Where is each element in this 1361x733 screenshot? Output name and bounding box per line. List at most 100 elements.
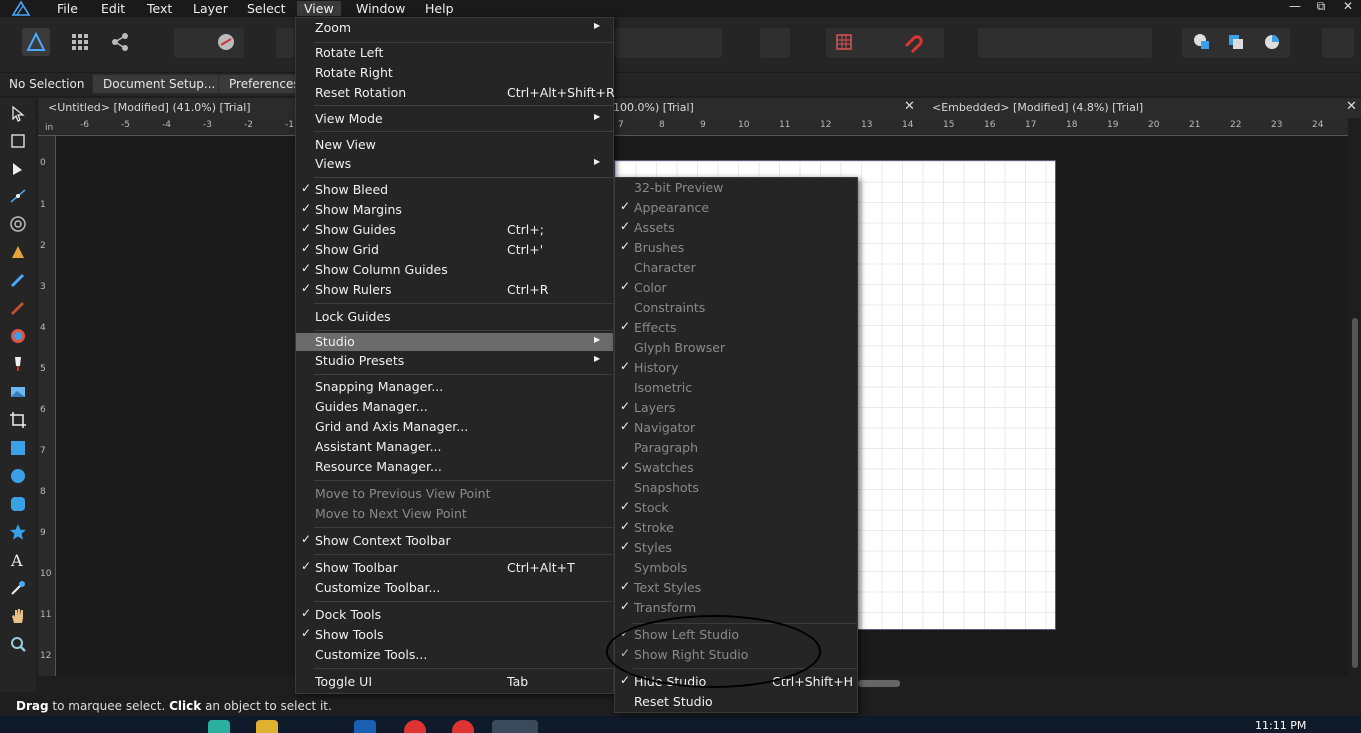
vector-brush-tool-icon[interactable] xyxy=(8,298,28,318)
menu-item-show-column-guides[interactable]: ✓ Show Column Guides xyxy=(296,260,613,280)
menu-item-assets[interactable]: ✓ Assets xyxy=(615,218,857,238)
boolean-add-button[interactable] xyxy=(1188,28,1216,56)
close-tab-icon[interactable]: ✕ xyxy=(904,99,915,114)
horizontal-scroll-thumb[interactable] xyxy=(858,680,900,687)
menu-item-view-mode[interactable]: View Mode ▶ xyxy=(296,109,613,129)
menu-item-show-margins[interactable]: ✓ Show Margins xyxy=(296,200,613,220)
rounded-rectangle-tool-icon[interactable] xyxy=(8,494,28,514)
menu-help[interactable]: Help xyxy=(418,1,461,16)
menu-item-isometric[interactable]: Isometric xyxy=(615,378,857,398)
menu-edit[interactable]: Edit xyxy=(94,1,132,16)
text-tool-icon[interactable]: A xyxy=(8,550,28,570)
menu-item-new-view[interactable]: New View xyxy=(296,135,613,155)
boolean-subtract-button[interactable] xyxy=(1222,28,1250,56)
menu-item-navigator[interactable]: ✓ Navigator xyxy=(615,418,857,438)
menu-item-transform[interactable]: ✓ Transform xyxy=(615,598,857,618)
taskbar-app-icon[interactable] xyxy=(354,720,376,733)
crop-tool-icon[interactable] xyxy=(8,410,28,430)
menu-item-styles[interactable]: ✓ Styles xyxy=(615,538,857,558)
menu-item-text-styles[interactable]: ✓ Text Styles xyxy=(615,578,857,598)
ellipse-tool-icon[interactable] xyxy=(8,466,28,486)
menu-select[interactable]: Select xyxy=(240,1,293,16)
menu-item-guides-manager[interactable]: Guides Manager... xyxy=(296,397,613,417)
menu-item-show-rulers[interactable]: ✓ Show Rulers Ctrl+R xyxy=(296,280,613,300)
menu-window[interactable]: Window xyxy=(349,1,412,16)
menu-item-lock-guides[interactable]: Lock Guides xyxy=(296,307,613,327)
document-setup-button[interactable]: Document Setup... xyxy=(92,74,227,94)
tab-untitled[interactable]: <Untitled> [Modified] (41.0%) [Trial] xyxy=(48,101,251,114)
close-window-button[interactable]: ✕ xyxy=(1333,0,1361,14)
cloud-button[interactable] xyxy=(212,28,240,56)
zoom-tool-icon[interactable] xyxy=(8,634,28,654)
move-tool-icon[interactable] xyxy=(8,104,28,124)
affinity-taskbar-icon[interactable] xyxy=(492,720,538,733)
menu-item-customize-tools[interactable]: Customize Tools... xyxy=(296,645,613,665)
menu-item-show-grid[interactable]: ✓ Show Grid Ctrl+' xyxy=(296,240,613,260)
menu-text[interactable]: Text xyxy=(140,1,179,16)
menu-item-show-left-studio[interactable]: ✓ Show Left Studio xyxy=(615,625,857,645)
menu-item-toggle-ui[interactable]: Toggle UI Tab xyxy=(296,672,613,692)
taskbar-app-icon[interactable] xyxy=(208,720,230,733)
menu-item-show-bleed[interactable]: ✓ Show Bleed xyxy=(296,180,613,200)
menu-view[interactable]: View xyxy=(297,1,341,16)
menu-item-color[interactable]: ✓ Color xyxy=(615,278,857,298)
menu-item-studio-presets[interactable]: Studio Presets ▶ xyxy=(296,351,613,371)
menu-item-customize-toolbar[interactable]: Customize Toolbar... xyxy=(296,578,613,598)
fill-tool-icon[interactable] xyxy=(8,326,28,346)
snapping-button[interactable] xyxy=(898,28,926,56)
designer-persona-button[interactable] xyxy=(22,28,50,56)
menu-item-assistant-manager[interactable]: Assistant Manager... xyxy=(296,437,613,457)
rectangle-tool-icon[interactable] xyxy=(8,438,28,458)
menu-item-character[interactable]: Character xyxy=(615,258,857,278)
menu-item-paragraph[interactable]: Paragraph xyxy=(615,438,857,458)
menu-item-show-right-studio[interactable]: ✓ Show Right Studio xyxy=(615,645,857,665)
menu-item-constraints[interactable]: Constraints xyxy=(615,298,857,318)
menu-item-rotate-left[interactable]: Rotate Left xyxy=(296,43,613,63)
menu-item-zoom[interactable]: Zoom ▶ xyxy=(296,18,613,38)
menu-file[interactable]: File xyxy=(50,1,85,16)
artboard-tool-icon[interactable] xyxy=(8,131,28,151)
menu-item-dock-tools[interactable]: ✓ Dock Tools xyxy=(296,605,613,625)
menu-item-brushes[interactable]: ✓ Brushes xyxy=(615,238,857,258)
menu-item-show-context-toolbar[interactable]: ✓ Show Context Toolbar xyxy=(296,531,613,551)
menu-item-layers[interactable]: ✓ Layers xyxy=(615,398,857,418)
taskbar-app-icon[interactable] xyxy=(404,720,426,733)
menu-item-resource-manager[interactable]: Resource Manager... xyxy=(296,457,613,477)
tab-second-document[interactable]: 100.0%) [Trial] xyxy=(613,101,694,114)
menu-item-rotate-right[interactable]: Rotate Right xyxy=(296,63,613,83)
menu-item-views[interactable]: Views ▶ xyxy=(296,154,613,174)
horizontal-ruler[interactable]: in -6 -5 -4 -3 -2 -1 7 8 9 10 11 12 13 1… xyxy=(38,118,1348,136)
menu-item-hide-studio[interactable]: ✓ Hide Studio Ctrl+Shift+H xyxy=(615,672,857,692)
menu-layer[interactable]: Layer xyxy=(186,1,235,16)
color-picker-tool-icon[interactable] xyxy=(8,578,28,598)
tab-embedded[interactable]: <Embedded> [Modified] (4.8%) [Trial] xyxy=(932,101,1143,114)
node-tool-icon[interactable] xyxy=(8,159,28,179)
close-tab-icon[interactable]: ✕ xyxy=(1346,99,1357,114)
boolean-intersect-button[interactable] xyxy=(1258,28,1286,56)
pencil-tool-icon[interactable] xyxy=(8,270,28,290)
restore-button[interactable]: ⧉ xyxy=(1306,0,1336,14)
menu-item-grid-axis-manager[interactable]: Grid and Axis Manager... xyxy=(296,417,613,437)
hand-tool-icon[interactable] xyxy=(8,606,28,626)
menu-item-snapping-manager[interactable]: Snapping Manager... xyxy=(296,377,613,397)
taskbar-app-icon[interactable] xyxy=(452,720,474,733)
menu-item-snapshots[interactable]: Snapshots xyxy=(615,478,857,498)
point-transform-tool-icon[interactable] xyxy=(8,186,28,206)
menu-item-reset-rotation[interactable]: Reset Rotation Ctrl+Alt+Shift+R xyxy=(296,83,615,103)
place-image-tool-icon[interactable] xyxy=(8,382,28,402)
grid-toggle-button[interactable] xyxy=(830,28,858,56)
menu-item-effects[interactable]: ✓ Effects xyxy=(615,318,857,338)
pen-tool-icon[interactable] xyxy=(8,242,28,262)
export-persona-button[interactable] xyxy=(106,28,134,56)
menu-item-history[interactable]: ✓ History xyxy=(615,358,857,378)
menu-item-show-guides[interactable]: ✓ Show Guides Ctrl+; xyxy=(296,220,613,240)
menu-item-studio[interactable]: Studio ▶ xyxy=(296,333,613,351)
menu-item-stock[interactable]: ✓ Stock xyxy=(615,498,857,518)
menu-item-appearance[interactable]: ✓ Appearance xyxy=(615,198,857,218)
menu-item-glyph-browser[interactable]: Glyph Browser xyxy=(615,338,857,358)
affinity-designer-logo-icon[interactable] xyxy=(10,0,32,17)
menu-item-stroke[interactable]: ✓ Stroke xyxy=(615,518,857,538)
menu-item-show-tools[interactable]: ✓ Show Tools xyxy=(296,625,613,645)
vertical-ruler[interactable]: 0 1 2 3 4 5 6 7 8 9 10 11 12 xyxy=(38,136,56,676)
menu-item-swatches[interactable]: ✓ Swatches xyxy=(615,458,857,478)
